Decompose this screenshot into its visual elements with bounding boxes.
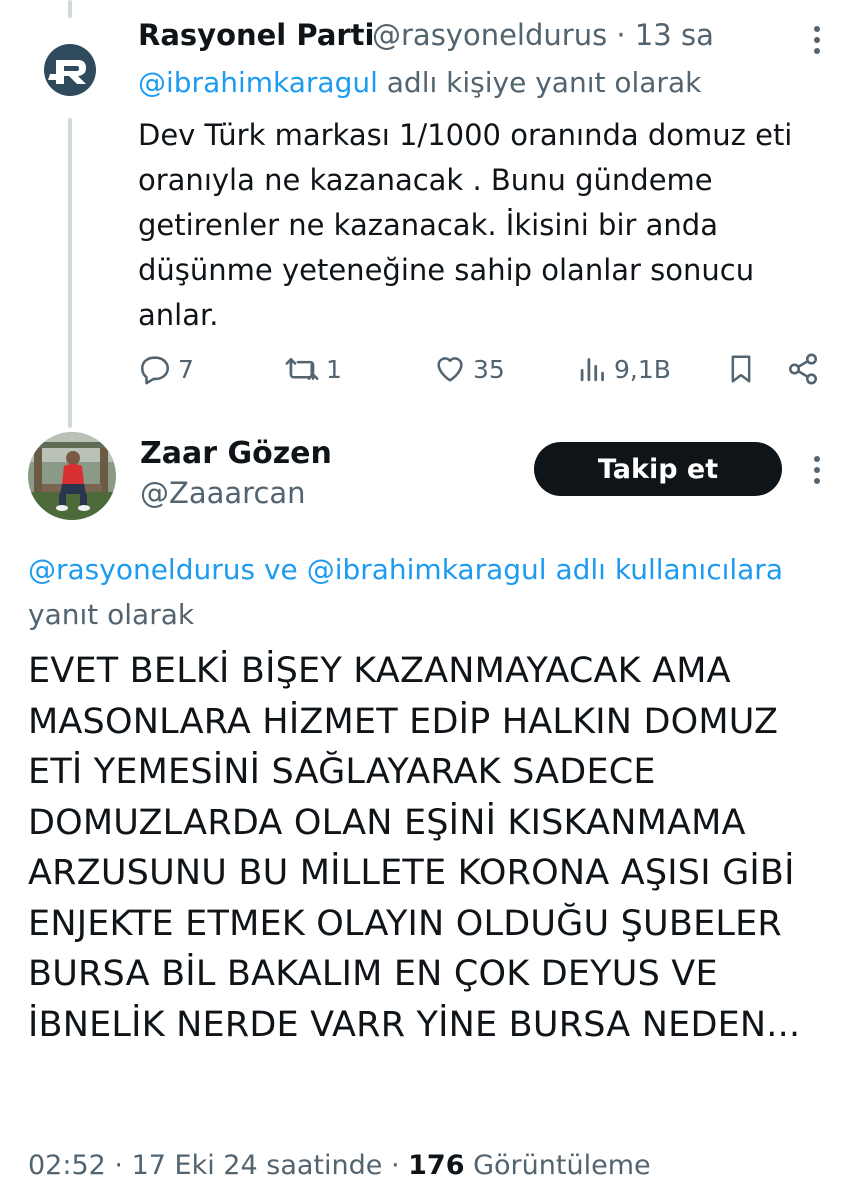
like-icon — [437, 357, 463, 382]
more-icon[interactable] — [805, 452, 829, 488]
tweet-date[interactable]: 17 Eki 24 saatinde — [132, 1150, 383, 1181]
tweet-text: EVET BELKİ BİŞEY KAZANMAYACAK AMA MASONL… — [28, 651, 801, 1045]
like-button[interactable]: 35 — [433, 352, 505, 386]
reply-context-text: yanıt olarak — [28, 598, 195, 631]
bookmark-icon — [731, 355, 751, 383]
separator-dot: · — [114, 1150, 123, 1181]
author-handle[interactable]: @rasyoneldurus — [372, 18, 607, 52]
profile-photo — [28, 432, 116, 520]
author-handle[interactable]: @Zaaarcan — [140, 476, 306, 510]
separator-dot: · — [390, 1150, 400, 1181]
views-count: 9,1B — [614, 354, 671, 384]
retweet-icon — [285, 358, 319, 380]
tweet-text: Dev Türk markası 1/1000 oranında domuz e… — [138, 118, 793, 332]
share-icon — [788, 353, 818, 385]
reply-context-suffix-link[interactable]: adlı kullanıcılara — [547, 553, 783, 586]
bookmark-button[interactable] — [726, 352, 756, 386]
retweet-count: 1 — [326, 354, 342, 384]
follow-button[interactable]: Takip et — [534, 442, 782, 496]
author-handle-time[interactable]: @rasyoneldurus · 13 sa — [372, 18, 714, 52]
view-count: 176 — [408, 1150, 465, 1181]
reply-context: @ibrahimkaragul adlı kişiye yanıt olarak — [138, 66, 701, 99]
mention-link[interactable]: @ibrahimkaragul — [138, 66, 378, 99]
rasyonel-logo-icon — [44, 44, 96, 96]
thread-line-top — [68, 0, 72, 18]
avatar-rasyonel-parti[interactable] — [40, 40, 100, 100]
reply-context-text: adlı kişiye yanıt olarak — [377, 66, 702, 99]
share-button[interactable] — [786, 352, 820, 386]
reply-context: @rasyoneldurus ve @ibrahimkaragul adlı k… — [28, 547, 838, 637]
thread-line — [68, 118, 72, 428]
tweet-time[interactable]: 02:52 — [28, 1150, 106, 1181]
author-name[interactable]: Zaar Gözen — [140, 436, 332, 471]
retweet-button[interactable]: 1 — [284, 352, 342, 386]
mention-link[interactable]: @ibrahimkaragul — [307, 553, 547, 586]
views-button[interactable]: 9,1B — [578, 352, 671, 386]
like-count: 35 — [473, 354, 505, 384]
reply-icon — [140, 356, 170, 385]
tweet-time[interactable]: 13 sa — [635, 18, 714, 52]
separator-dot: · — [616, 18, 626, 52]
tweet-meta: 02:52 · 17 Eki 24 saatinde · 176 Görüntü… — [28, 1150, 651, 1181]
more-icon[interactable] — [805, 22, 829, 58]
avatar-zaar-gozen[interactable] — [28, 432, 116, 520]
view-label: Görüntüleme — [473, 1150, 651, 1181]
author-name[interactable]: Rasyonel Parti — [138, 18, 375, 52]
reply-and: ve — [255, 553, 307, 586]
mention-link[interactable]: @rasyoneldurus — [28, 553, 255, 586]
views-icon — [580, 358, 604, 382]
reply-count: 7 — [178, 354, 194, 384]
reply-button[interactable]: 7 — [138, 352, 194, 386]
